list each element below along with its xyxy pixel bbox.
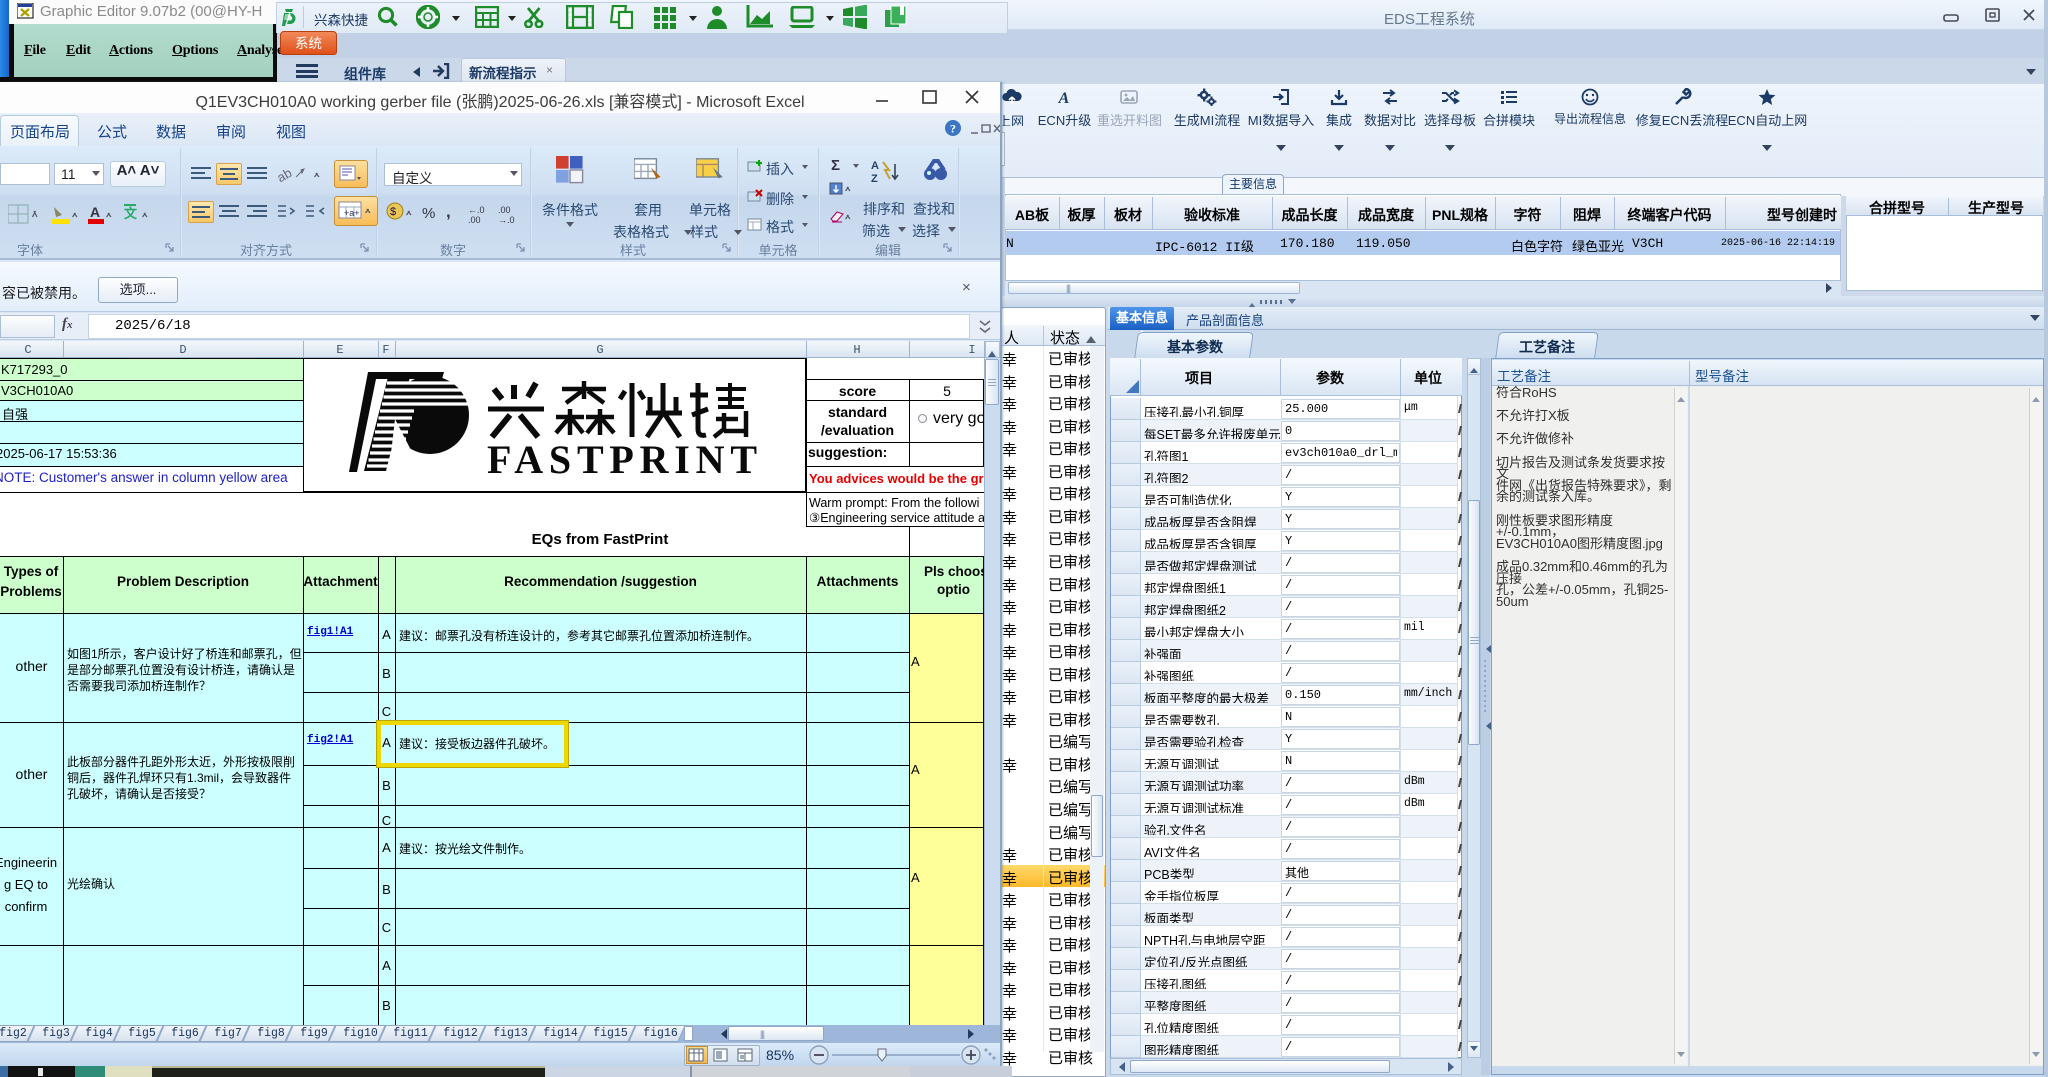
- svg-text:A: A: [1058, 90, 1070, 106]
- svg-text:?: ?: [950, 122, 956, 136]
- svg-text:,: ,: [446, 202, 451, 221]
- svg-text:+a+: +a+: [344, 208, 360, 218]
- svg-text:.00: .00: [468, 215, 481, 225]
- svg-text:ab: ab: [276, 165, 294, 185]
- svg-text:A: A: [871, 160, 879, 172]
- svg-text:→.0: →.0: [498, 215, 515, 225]
- svg-text:A: A: [90, 204, 100, 220]
- svg-text:FASTPRINT: FASTPRINT: [487, 437, 757, 482]
- svg-text:文: 文: [124, 206, 138, 221]
- svg-text:$: $: [390, 206, 396, 218]
- svg-text:←.0: ←.0: [468, 205, 485, 215]
- svg-text:.00: .00: [498, 205, 511, 215]
- svg-text:Z: Z: [871, 173, 878, 185]
- svg-text:%: %: [422, 205, 435, 222]
